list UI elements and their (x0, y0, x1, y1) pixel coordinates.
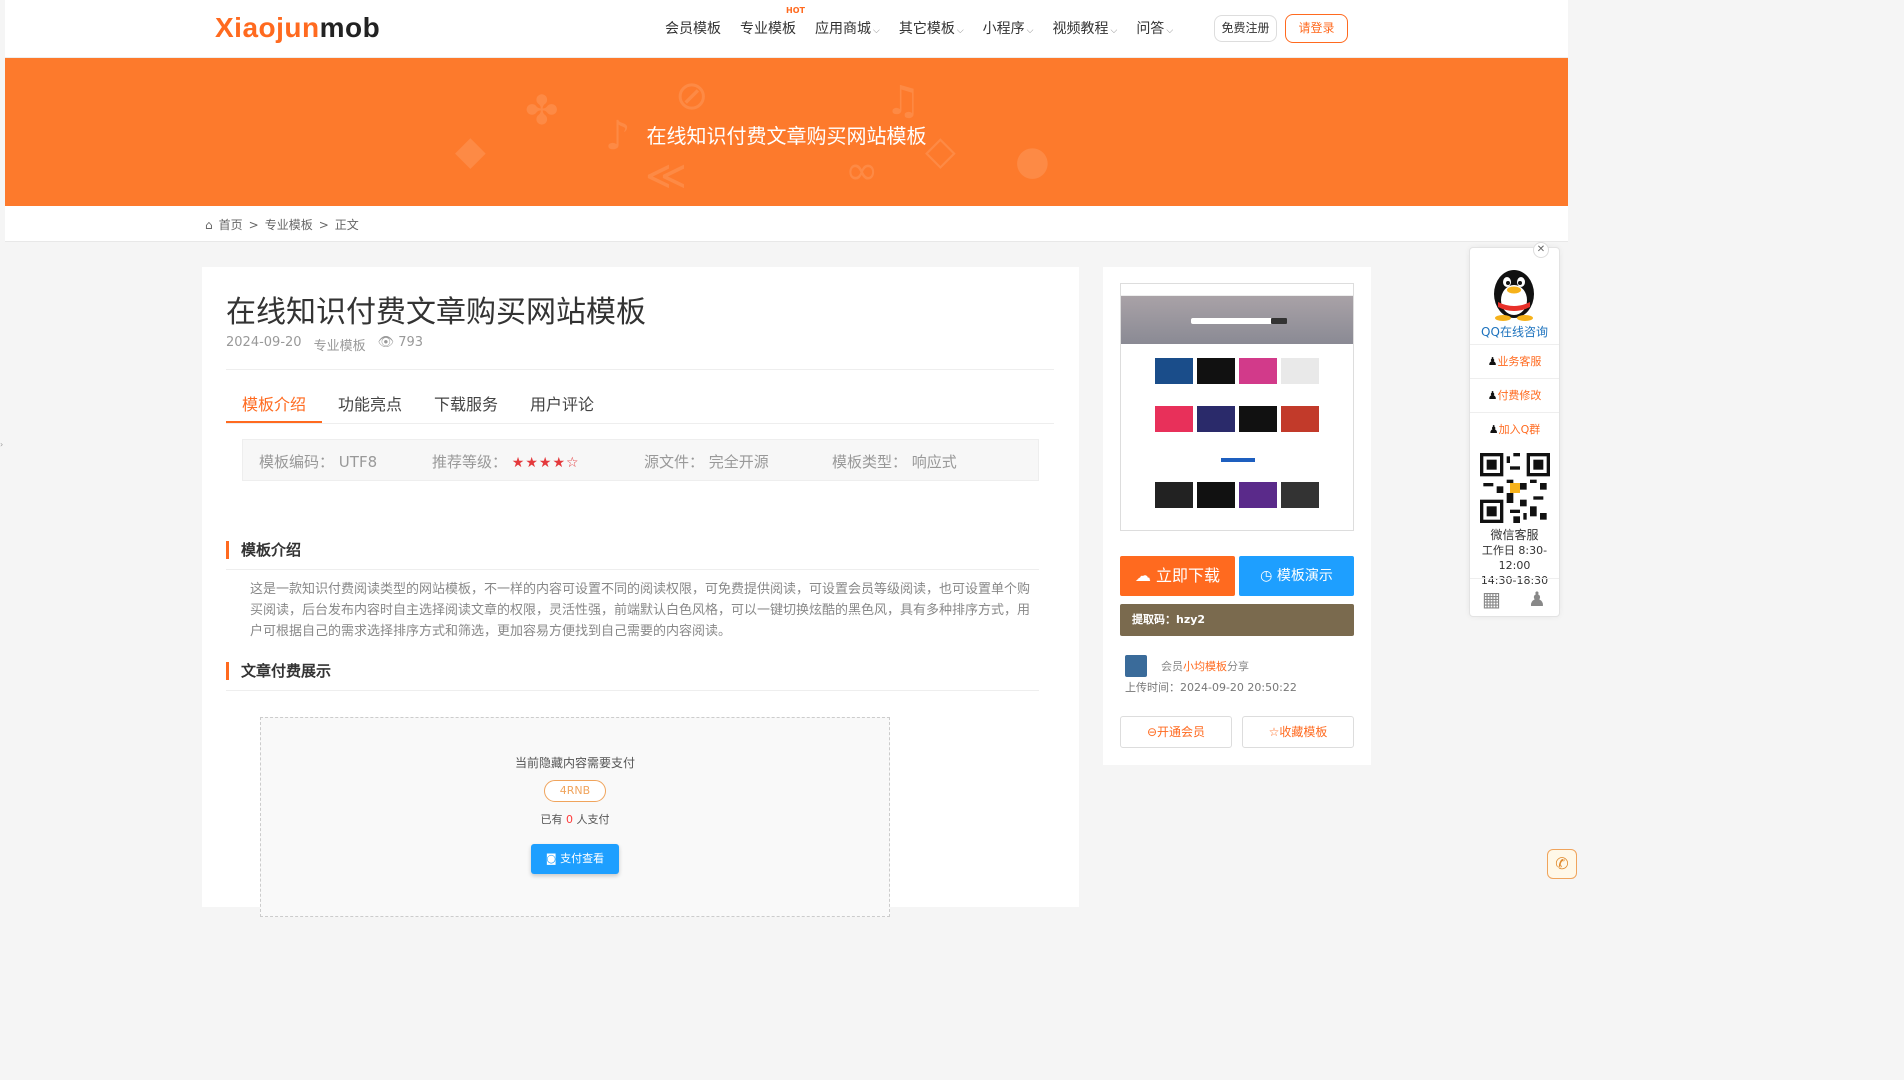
wechat-qr-code (1480, 453, 1550, 523)
chevron-down-icon: ⌵ (873, 26, 880, 36)
paywall-price: 4RNB (544, 780, 606, 802)
extract-code: 提取码：hzy2 (1120, 604, 1354, 636)
paywall-box: 当前隐藏内容需要支付 4RNB 已有 0 人支付 ◙ 支付查看 (260, 717, 890, 917)
preview-hero (1121, 296, 1353, 344)
chevron-down-icon: ⌵ (1026, 26, 1034, 36)
divider (226, 569, 1039, 570)
register-button[interactable]: 免费注册 (1214, 15, 1277, 42)
login-button[interactable]: 请登录 (1285, 14, 1348, 43)
site-header: Xiaojunmob 会员模板 专业模板 HOT 应用商城 ⌵ 其它模板 ⌵ 小程序 ⌵… (5, 0, 1568, 58)
decor-icon: ∞ (845, 148, 879, 194)
hot-badge: HOT (786, 6, 805, 15)
qq-icon: ♟ (1488, 423, 1499, 436)
post-date: 2024-09-20 (226, 335, 302, 350)
tab-features[interactable]: 功能亮点 (322, 379, 418, 423)
tab-intro[interactable]: 模板介绍 (226, 379, 323, 423)
close-icon[interactable]: ✕ (1533, 242, 1549, 258)
download-button[interactable]: ☁ 立即下载 (1120, 556, 1235, 596)
avatar[interactable] (1125, 655, 1147, 677)
section-title-pay: 文章付费展示 (226, 662, 331, 680)
info-code: 模板编码： UTF8 (259, 453, 378, 471)
demo-button[interactable]: ◷ 模板演示 (1239, 556, 1354, 596)
breadcrumb-bar: ⌂ 首页 > 专业模板 > 正文 (5, 206, 1568, 242)
tab-download[interactable]: 下载服务 (418, 379, 514, 423)
bell-icon[interactable]: ♟ (1528, 587, 1546, 611)
favorite-button[interactable]: ☆收藏模板 (1242, 716, 1354, 748)
post-meta: 2024-09-20 专业模板 👁 793 (226, 335, 423, 354)
divider (226, 690, 1039, 691)
open-vip-button[interactable]: ⊖开通会员 (1120, 716, 1232, 748)
nav-item-video-tutorials[interactable]: 视频教程 ⌵ (1052, 18, 1117, 38)
paid-edit-link[interactable]: ♟付费修改 (1470, 378, 1559, 412)
vip-icon: ⊖ (1146, 725, 1158, 739)
main-nav: 会员模板 专业模板 HOT 应用商城 ⌵ 其它模板 ⌵ 小程序 ⌵ 视频教程 ⌵ 问答 ⌵ (665, 6, 1192, 38)
eye-icon: 👁 (377, 335, 395, 350)
chevron-down-icon: ⌵ (1166, 26, 1174, 36)
sidebar-card: ☁ 立即下载 ◷ 模板演示 提取码：hzy2 会员小均模板分享 上传时间：202… (1103, 267, 1371, 765)
breadcrumb-home[interactable]: 首页 (219, 216, 243, 233)
qq-consult-link[interactable]: QQ在线咨询 (1470, 323, 1559, 340)
template-preview-image[interactable] (1120, 283, 1354, 531)
chevron-down-icon: ⌵ (1110, 26, 1118, 36)
article-card: 在线知识付费文章购买网站模板 2024-09-20 专业模板 👁 793 模板介… (202, 267, 1079, 917)
float-panel-tools: ▦ ♟ (1470, 578, 1559, 618)
business-service-link[interactable]: ♟业务客服 (1470, 344, 1559, 378)
qq-icon: ♟ (1487, 355, 1498, 368)
divider (226, 369, 1054, 370)
join-group-link[interactable]: ♟加入Q群 (1470, 412, 1559, 446)
paywall-count: 已有 0 人支付 (540, 813, 610, 826)
page-title: 在线知识付费文章购买网站模板 (226, 295, 646, 330)
decor-icon: ♫ (885, 78, 921, 124)
preview-navbar (1121, 284, 1353, 296)
nav-item-member-templates[interactable]: 会员模板 (665, 18, 721, 38)
nav-item-mini-program[interactable]: 小程序 ⌵ (983, 18, 1034, 38)
breadcrumb-category[interactable]: 专业模板 (265, 216, 313, 233)
banner-title: 在线知识付费文章购买网站模板 (646, 124, 927, 148)
post-views: 👁 793 (377, 335, 424, 350)
chat-icon[interactable]: ✆ (1547, 849, 1577, 879)
star-icon: ☆ (1268, 725, 1280, 739)
decor-icon: ⊘ (675, 73, 709, 119)
post-category[interactable]: 专业模板 (314, 335, 366, 354)
info-source: 源文件： 完全开源 (644, 453, 769, 471)
site-logo[interactable]: Xiaojunmob (215, 12, 380, 44)
cloud-download-icon: ☁ (1134, 566, 1151, 585)
decor-icon: ≪ (645, 153, 687, 199)
nav-item-app-store[interactable]: 应用商城 ⌵ (815, 18, 880, 38)
pay-view-button[interactable]: ◙ 支付查看 (531, 844, 619, 874)
qq-penguin-icon[interactable] (1483, 260, 1545, 322)
scroll-marker: › (0, 440, 4, 449)
clock-icon: ◷ (1260, 568, 1273, 584)
template-info-box: 模板编码： UTF8 推荐等级： ★★★★☆ 源文件： 完全开源 模板类型： 响… (242, 439, 1039, 481)
tab-comments[interactable]: 用户评论 (514, 379, 610, 423)
camera-icon: ◙ (545, 852, 557, 865)
detail-tabs: 模板介绍 功能亮点 下载服务 用户评论 (226, 379, 1054, 424)
home-icon: ⌂ (205, 217, 213, 232)
nav-item-other-templates[interactable]: 其它模板 ⌵ (899, 18, 964, 38)
page-banner: ✤ ♪ ⊘ ♫ ◇ ● ◆ ≪ ∞ 在线知识付费文章购买网站模板 (5, 58, 1568, 206)
section-title-intro: 模板介绍 (226, 541, 301, 559)
nav-item-pro-templates[interactable]: 专业模板 HOT (740, 6, 805, 38)
uploader-name[interactable]: 小均模板 (1183, 660, 1227, 673)
info-level: 推荐等级： ★★★★☆ (432, 453, 580, 471)
rating-stars: ★★★★☆ (511, 455, 580, 471)
qr-code-icon[interactable]: ▦ (1482, 587, 1501, 611)
contact-float-panel: ✕ QQ在线咨询 ♟业务客服 ♟付费修改 ♟加入Q群 微信客服 工作日 8:30… (1469, 242, 1560, 618)
breadcrumb: ⌂ 首页 > 专业模板 > 正文 (205, 216, 359, 233)
nav-item-qa[interactable]: 问答 ⌵ (1136, 18, 1173, 38)
paywall-note: 当前隐藏内容需要支付 (514, 756, 635, 770)
upload-time: 上传时间：2024-09-20 20:50:22 (1125, 681, 1297, 694)
template-description: 这是一款知识付费阅读类型的网站模板，不一样的内容可设置不同的阅读权限，可免费提供… (250, 582, 1031, 639)
qq-icon: ♟ (1487, 389, 1498, 402)
info-type: 模板类型： 响应式 (832, 453, 957, 471)
chevron-down-icon: ⌵ (956, 26, 964, 36)
breadcrumb-current: 正文 (334, 218, 359, 232)
